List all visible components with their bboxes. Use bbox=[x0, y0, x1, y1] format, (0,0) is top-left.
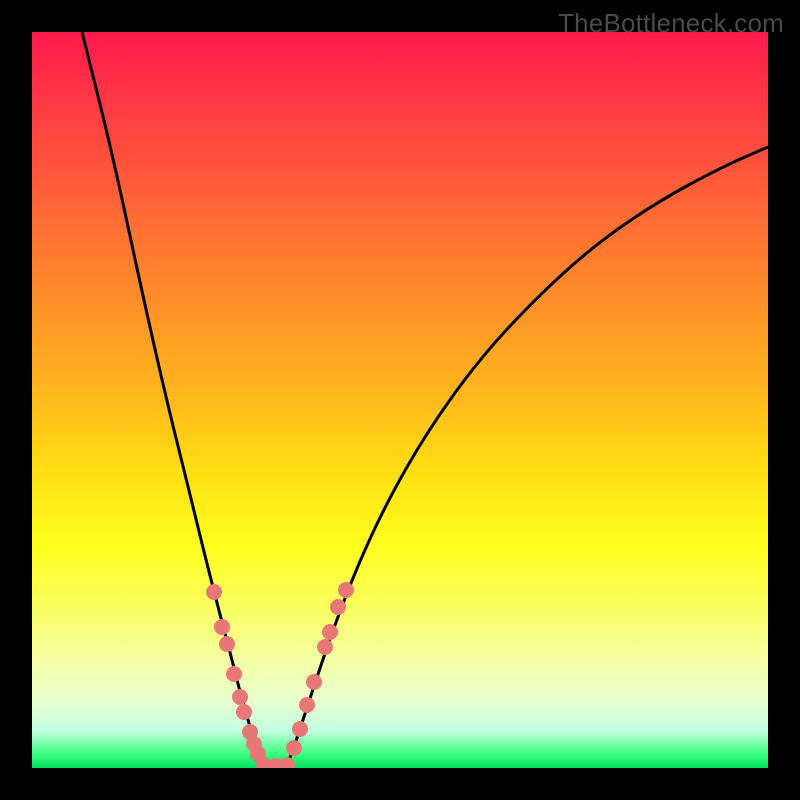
chart-svg bbox=[32, 32, 768, 768]
data-marker bbox=[219, 636, 235, 652]
data-marker bbox=[226, 666, 242, 682]
plot-area bbox=[32, 32, 768, 768]
chart-frame: TheBottleneck.com bbox=[0, 0, 800, 800]
watermark-text: TheBottleneck.com bbox=[558, 8, 784, 39]
data-marker bbox=[279, 757, 295, 768]
data-marker bbox=[338, 582, 354, 598]
data-marker bbox=[306, 674, 322, 690]
data-marker bbox=[330, 599, 346, 615]
data-marker bbox=[322, 624, 338, 640]
series-right-curve bbox=[287, 147, 768, 765]
series-left-curve bbox=[82, 32, 264, 765]
data-marker bbox=[214, 619, 230, 635]
data-marker bbox=[206, 584, 222, 600]
data-marker bbox=[299, 697, 315, 713]
data-marker bbox=[232, 689, 248, 705]
data-marker bbox=[286, 740, 302, 756]
data-marker bbox=[317, 639, 333, 655]
data-marker bbox=[292, 721, 308, 737]
markers bbox=[206, 582, 354, 768]
data-marker bbox=[236, 704, 252, 720]
